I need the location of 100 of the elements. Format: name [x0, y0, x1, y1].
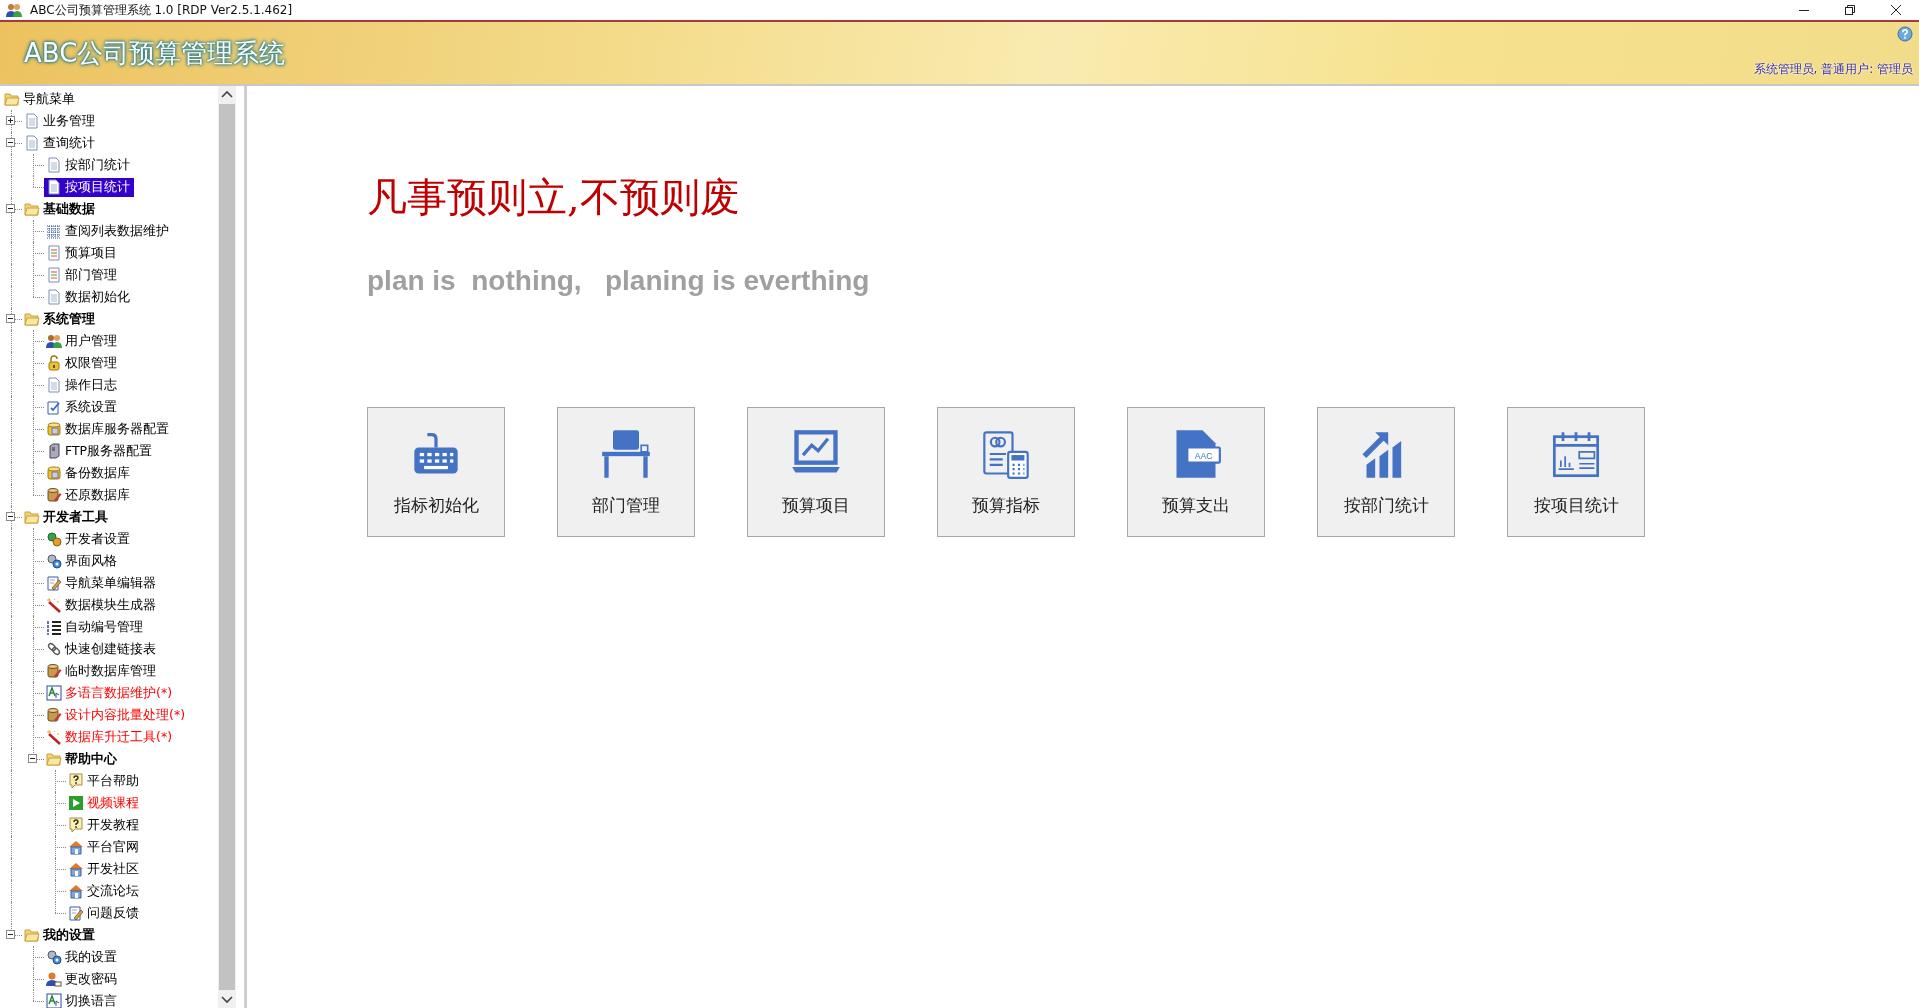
- shortcut-tile[interactable]: 按部门统计: [1317, 407, 1455, 537]
- chain-icon: [46, 641, 62, 657]
- tree-item[interactable]: 查询统计: [22, 133, 99, 153]
- padlock-icon: [46, 355, 62, 371]
- window-title: ABC公司预算管理系统 1.0 [RDP Ver2.5.1.462]: [30, 1, 293, 19]
- help-icon: [68, 773, 84, 789]
- tree-item[interactable]: 系统管理: [22, 309, 99, 329]
- tree-item[interactable]: 我的设置: [22, 925, 99, 945]
- tree-item[interactable]: 数据库升迁工具(*): [44, 727, 176, 747]
- database-icon: [46, 465, 62, 481]
- tree-item[interactable]: 备份数据库: [44, 463, 134, 483]
- folder-icon: [24, 201, 40, 217]
- motto: 凡事预则立,不预则废: [367, 173, 741, 222]
- tree-item[interactable]: 设计内容批量处理(*): [44, 705, 189, 725]
- expand-toggle[interactable]: [6, 512, 15, 521]
- tree-item[interactable]: 部门管理: [44, 265, 121, 285]
- tree-item[interactable]: 数据模块生成器: [44, 595, 160, 615]
- tree-item[interactable]: 快速创建链接表: [44, 639, 160, 659]
- tree-item[interactable]: 还原数据库: [44, 485, 134, 505]
- shortcut-tile[interactable]: 指标初始化: [367, 407, 505, 537]
- tree-item[interactable]: 开发社区: [66, 859, 143, 879]
- expand-toggle[interactable]: [6, 314, 15, 323]
- tree-item[interactable]: 系统设置: [44, 397, 121, 417]
- document-icon: [46, 267, 62, 283]
- document-icon: [46, 179, 62, 195]
- house-icon: [68, 839, 84, 855]
- expand-toggle[interactable]: [28, 754, 37, 763]
- document-icon: [46, 289, 62, 305]
- tree-item[interactable]: 平台帮助: [66, 771, 143, 791]
- tree-item[interactable]: 问题反馈: [66, 903, 143, 923]
- play-icon: [68, 795, 84, 811]
- document-icon: [46, 157, 62, 173]
- tree-item[interactable]: 更改密码: [44, 969, 121, 989]
- tree-item[interactable]: 开发教程: [66, 815, 143, 835]
- shortcut-tile[interactable]: 预算项目: [747, 407, 885, 537]
- expand-toggle[interactable]: [6, 930, 15, 939]
- house-icon: [68, 883, 84, 899]
- gears-icon: [46, 553, 62, 569]
- tree-item[interactable]: 视频课程: [66, 793, 143, 813]
- house-icon: [68, 861, 84, 877]
- scroll-down-icon[interactable]: [221, 996, 233, 1004]
- file-badge-label: AAC: [1194, 450, 1213, 461]
- tree-item[interactable]: 切换语言: [44, 991, 121, 1008]
- tree-item[interactable]: 多语言数据维护(*): [44, 683, 176, 703]
- tree-item[interactable]: 按项目统计: [44, 177, 134, 197]
- help-icon: [68, 817, 84, 833]
- database-icon: [46, 421, 62, 437]
- numbered-list-icon: [46, 619, 62, 635]
- shortcut-tile[interactable]: AAC 预算支出: [1127, 407, 1265, 537]
- tree-item[interactable]: 操作日志: [44, 375, 121, 395]
- gears-icon: [46, 949, 62, 965]
- folder-icon: [24, 311, 40, 327]
- shortcut-tile[interactable]: 部门管理: [557, 407, 695, 537]
- document-icon: [24, 113, 40, 129]
- app-title: ABC公司预算管理系统: [24, 36, 286, 70]
- language-icon: [46, 685, 62, 701]
- tree-item[interactable]: 开发者设置: [44, 529, 134, 549]
- restore-icon: [1844, 4, 1856, 16]
- expand-toggle[interactable]: [6, 116, 15, 125]
- document-icon: [46, 245, 62, 261]
- tree-item[interactable]: 预算项目: [44, 243, 121, 263]
- folder-icon: [24, 509, 40, 525]
- tree-item[interactable]: 我的设置: [44, 947, 121, 967]
- tree-item[interactable]: 基础数据: [22, 199, 99, 219]
- tree-item[interactable]: 用户管理: [44, 331, 121, 351]
- tree-item[interactable]: 业务管理: [22, 111, 99, 131]
- scroll-up-icon[interactable]: [221, 90, 233, 98]
- document-icon: [24, 135, 40, 151]
- document-pencil-icon: [46, 575, 62, 591]
- shortcut-tile[interactable]: 预算指标: [937, 407, 1075, 537]
- shortcut-tile[interactable]: 按项目统计: [1507, 407, 1645, 537]
- user-info: 系统管理员, 普通用户: 管理员: [1753, 61, 1913, 78]
- document-pencil-icon: [68, 905, 84, 921]
- wand-icon: [46, 597, 62, 613]
- tree-item[interactable]: 权限管理: [44, 353, 121, 373]
- desk-icon: [600, 427, 652, 480]
- slogan: plan is nothing, planing is everthing: [367, 265, 871, 297]
- expand-toggle[interactable]: [6, 204, 15, 213]
- users-icon: [6, 2, 22, 18]
- tree-item[interactable]: 临时数据库管理: [44, 661, 160, 681]
- document-icon: [46, 377, 62, 393]
- close-icon: [1890, 4, 1902, 16]
- folder-icon: [4, 91, 20, 107]
- tree-item[interactable]: 按部门统计: [44, 155, 134, 175]
- expand-toggle[interactable]: [6, 138, 15, 147]
- folder-icon: [46, 751, 62, 767]
- tree-item[interactable]: 平台官网: [66, 837, 143, 857]
- tree-item[interactable]: 交流论坛: [66, 881, 143, 901]
- tree-item[interactable]: 查阅列表数据维护: [44, 221, 173, 241]
- tree-item[interactable]: 开发者工具: [22, 507, 112, 527]
- help-icon[interactable]: [1897, 26, 1913, 42]
- tree-item[interactable]: 自动编号管理: [44, 617, 147, 637]
- tree-item[interactable]: 导航菜单编辑器: [44, 573, 160, 593]
- tree-item[interactable]: FTP服务器配置: [44, 441, 157, 461]
- tree-item[interactable]: 帮助中心: [44, 749, 121, 769]
- tree-item[interactable]: 界面风格: [44, 551, 121, 571]
- tree-item[interactable]: 数据初始化: [44, 287, 134, 307]
- database-pencil-icon: [46, 487, 62, 503]
- tree-root-label: 导航菜单: [23, 90, 75, 108]
- tree-item[interactable]: 数据库服务器配置: [44, 419, 173, 439]
